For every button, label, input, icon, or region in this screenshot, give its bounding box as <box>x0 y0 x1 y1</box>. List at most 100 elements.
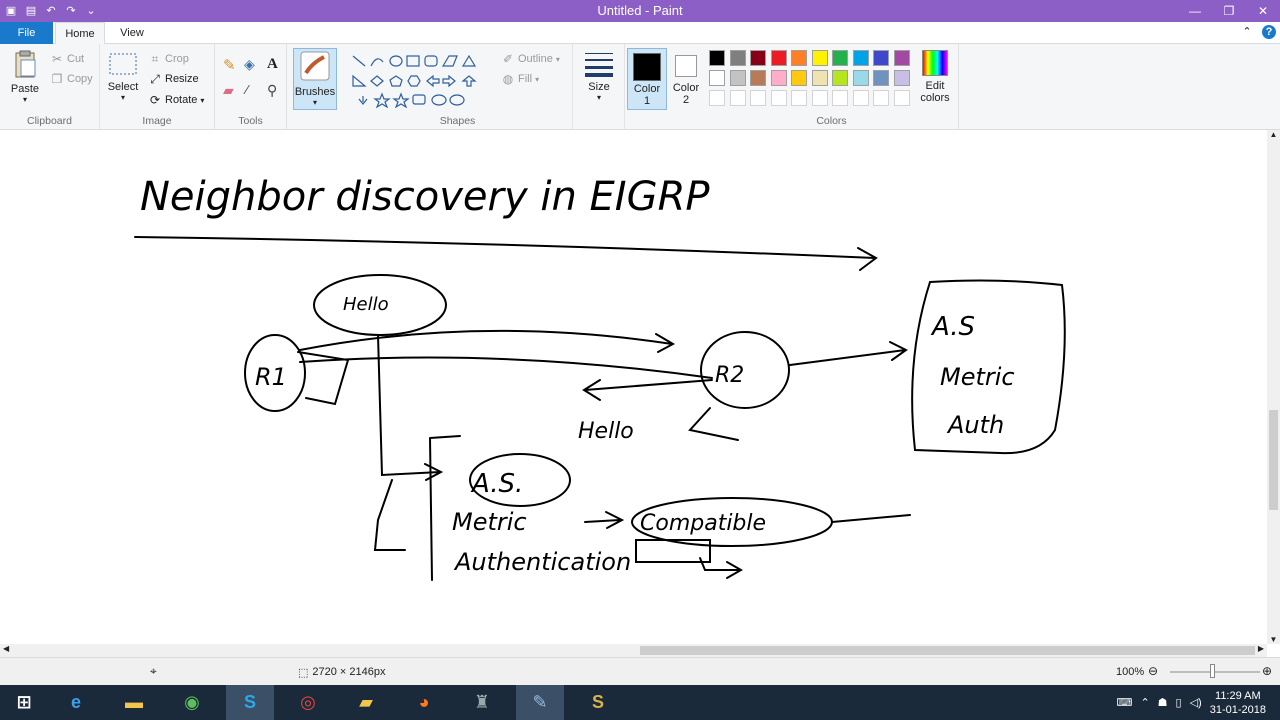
color-selectors: Color 1 Color 2 <box>625 44 705 130</box>
shapes-gallery[interactable] <box>349 52 489 108</box>
palette-custom-swatch[interactable] <box>729 90 746 106</box>
undo-icon[interactable]: ↶ <box>44 4 58 18</box>
palette-swatch[interactable] <box>709 70 725 86</box>
palette-swatch[interactable] <box>873 50 889 66</box>
palette-swatch[interactable] <box>811 50 828 66</box>
maximize-button[interactable]: ❐ <box>1212 0 1246 22</box>
copy-icon: ❐ <box>51 72 63 86</box>
rotate-button[interactable]: ⟳ Rotate ▾ <box>148 93 204 107</box>
palette-swatch[interactable] <box>811 70 828 86</box>
windows-start-icon[interactable]: ⊞ <box>0 685 48 720</box>
shapes-group-label: Shapes <box>439 115 476 127</box>
collapse-ribbon-icon[interactable]: ⌃ <box>1240 25 1254 39</box>
palette-swatch[interactable] <box>750 50 766 66</box>
pencil-icon[interactable]: ✎ <box>223 56 236 74</box>
fill-bucket-icon[interactable]: ◈ <box>244 56 255 73</box>
palette-swatch[interactable] <box>729 50 746 66</box>
network-icon[interactable]: ☗ <box>1158 696 1168 709</box>
battery-icon[interactable]: ▯ <box>1176 696 1182 709</box>
brushes-button[interactable]: Brushes ▾ <box>293 48 337 110</box>
color-picker-icon[interactable]: ⁄ <box>246 82 248 97</box>
outline-button[interactable]: ✐ Outline ▾ <box>501 52 560 66</box>
text-icon[interactable]: A <box>267 56 278 73</box>
resize-button[interactable]: ⤢ Resize <box>148 72 198 86</box>
horizontal-scrollbar[interactable]: ◀ ▶ <box>0 644 1267 657</box>
palette-custom-swatch[interactable] <box>750 90 766 106</box>
firefox-icon[interactable]: ◕ <box>400 685 448 720</box>
palette-custom-swatch[interactable] <box>791 90 807 106</box>
horizontal-scroll-thumb[interactable] <box>640 646 1255 655</box>
paste-button[interactable]: Paste ▾ <box>6 50 44 104</box>
clock[interactable]: 11:29 AM 31-01-2018 <box>1210 689 1266 717</box>
zoom-slider-knob[interactable] <box>1210 664 1215 678</box>
palette-custom-swatch[interactable] <box>709 90 725 106</box>
sublime-icon[interactable]: S <box>574 685 622 720</box>
magnifier-icon[interactable]: ⚲ <box>267 82 277 99</box>
palette-swatch[interactable] <box>893 70 910 86</box>
zoom-out-icon[interactable]: ⊖ <box>1148 664 1158 678</box>
file-explorer-icon[interactable]: ▬ <box>110 685 158 720</box>
canvas-area[interactable]: Neighbor discovery in EIGRP Hello R1 R2 … <box>0 130 1267 644</box>
customize-chevron-icon[interactable]: ⌄ <box>84 4 98 18</box>
palette-swatch[interactable] <box>770 50 787 66</box>
zoom-slider-track[interactable] <box>1170 671 1260 673</box>
chrome-icon[interactable]: ◎ <box>284 685 332 720</box>
select-button[interactable]: Select ▾ <box>106 52 140 102</box>
folder-icon[interactable]: ▰ <box>342 685 390 720</box>
palette-swatch[interactable] <box>791 50 807 66</box>
edit-colors-button[interactable]: Edit colors <box>915 50 955 104</box>
palette-swatch[interactable] <box>770 70 787 86</box>
color1-button[interactable]: Color 1 <box>627 48 667 110</box>
eraser-icon[interactable]: ▰ <box>223 82 234 99</box>
app-icon[interactable]: ♜ <box>458 685 506 720</box>
palette-swatch[interactable] <box>873 70 889 86</box>
redo-icon[interactable]: ↷ <box>64 4 78 18</box>
palette-swatch[interactable] <box>709 50 725 66</box>
drawing-canvas[interactable]: Neighbor discovery in EIGRP Hello R1 R2 … <box>0 130 1267 644</box>
scroll-right-icon[interactable]: ▶ <box>1258 644 1264 653</box>
palette-swatch[interactable] <box>832 70 848 86</box>
save-icon[interactable]: ▤ <box>24 4 38 18</box>
copy-button[interactable]: ❐ Copy <box>50 72 93 86</box>
palette-custom-swatch[interactable] <box>811 90 828 106</box>
help-icon[interactable]: ? <box>1262 25 1276 39</box>
vertical-scroll-thumb[interactable] <box>1269 410 1278 510</box>
palette-custom-swatch[interactable] <box>893 90 910 106</box>
color2-button[interactable]: Color 2 <box>668 48 704 110</box>
palette-swatch[interactable] <box>832 50 848 66</box>
vertical-scrollbar[interactable]: ▲ ▼ <box>1267 130 1280 644</box>
palette-swatch[interactable] <box>729 70 746 86</box>
cut-button[interactable]: ✂ Cut <box>50 52 84 66</box>
minimize-button[interactable]: — <box>1178 0 1212 22</box>
size-button[interactable]: Size ▾ <box>579 50 619 102</box>
volume-icon[interactable]: ◁) <box>1190 696 1202 709</box>
tab-view[interactable]: View <box>110 22 154 44</box>
tab-home[interactable]: Home <box>55 22 105 44</box>
palette-swatch[interactable] <box>791 70 807 86</box>
close-button[interactable]: ✕ <box>1246 0 1280 22</box>
zoom-in-icon[interactable]: ⊕ <box>1262 664 1272 678</box>
scroll-up-icon[interactable]: ▲ <box>1267 130 1280 139</box>
palette-custom-swatch[interactable] <box>852 90 869 106</box>
palette-custom-swatch[interactable] <box>770 90 787 106</box>
rotate-label: Rotate <box>165 94 198 106</box>
tray-chevron-icon[interactable]: ⌃ <box>1140 696 1149 709</box>
crop-button[interactable]: ⌗ Crop <box>148 52 189 66</box>
canvas-heading: Neighbor discovery in EIGRP <box>140 174 710 220</box>
paint-app-icon[interactable]: ▣ <box>4 4 18 18</box>
paint-taskbar-icon[interactable]: ✎ <box>516 685 564 720</box>
palette-swatch[interactable] <box>750 70 766 86</box>
tab-file[interactable]: File <box>0 22 53 44</box>
skype-icon[interactable]: S <box>226 685 274 720</box>
palette-swatch[interactable] <box>893 50 910 66</box>
network-app-icon[interactable]: ◉ <box>168 685 216 720</box>
keyboard-icon[interactable]: ⌨ <box>1117 696 1133 709</box>
palette-custom-swatch[interactable] <box>873 90 889 106</box>
internet-explorer-icon[interactable]: e <box>52 685 100 720</box>
fill-button[interactable]: ◍ Fill ▾ <box>501 72 539 86</box>
scroll-down-icon[interactable]: ▼ <box>1267 635 1280 644</box>
palette-custom-swatch[interactable] <box>832 90 848 106</box>
palette-swatch[interactable] <box>852 50 869 66</box>
scroll-left-icon[interactable]: ◀ <box>3 644 9 653</box>
palette-swatch[interactable] <box>852 70 869 86</box>
